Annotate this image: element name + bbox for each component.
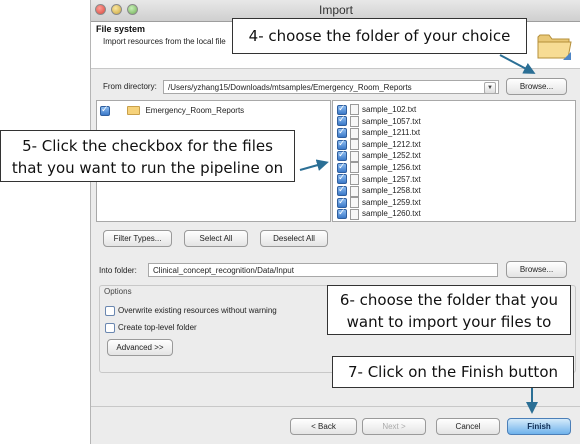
arrow-to-files	[299, 159, 329, 171]
arrow-to-browse	[499, 54, 536, 74]
annotation-arrows	[299, 54, 538, 414]
